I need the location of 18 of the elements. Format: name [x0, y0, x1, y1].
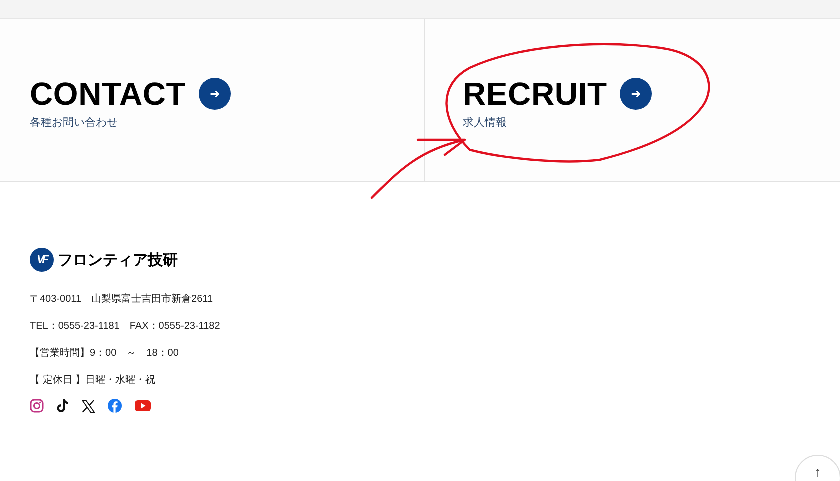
arrow-button: ➔	[620, 78, 652, 110]
contact-info: 【 定休日 】日曜・水曜・祝	[30, 374, 157, 388]
card-subtitle: 求人情報	[463, 116, 508, 130]
x-icon[interactable]	[82, 400, 95, 412]
contact-info: 〒403-0011 山梨県富士吉田市新倉2611	[30, 292, 214, 307]
logo-icon: VF	[30, 248, 54, 272]
youtube-icon[interactable]	[135, 400, 151, 412]
facebook-icon[interactable]	[108, 399, 122, 413]
company-name: フロンティア技研	[58, 250, 178, 270]
scroll-top-button[interactable]: ↑	[795, 455, 840, 481]
card-title: CONTACT	[30, 76, 186, 112]
arrow-button: ➔	[199, 78, 232, 110]
contact-info: 【営業時間】9：00 ～ 18：00	[30, 346, 180, 361]
card-subtitle: 各種お問い合わせ	[30, 116, 119, 130]
contact-info: TEL：0555-23-1181 FAX：0555-23-1182	[30, 320, 222, 334]
card-title: RECRUIT	[463, 76, 608, 112]
instagram-icon[interactable]	[30, 399, 44, 413]
tiktok-icon[interactable]	[57, 399, 69, 413]
